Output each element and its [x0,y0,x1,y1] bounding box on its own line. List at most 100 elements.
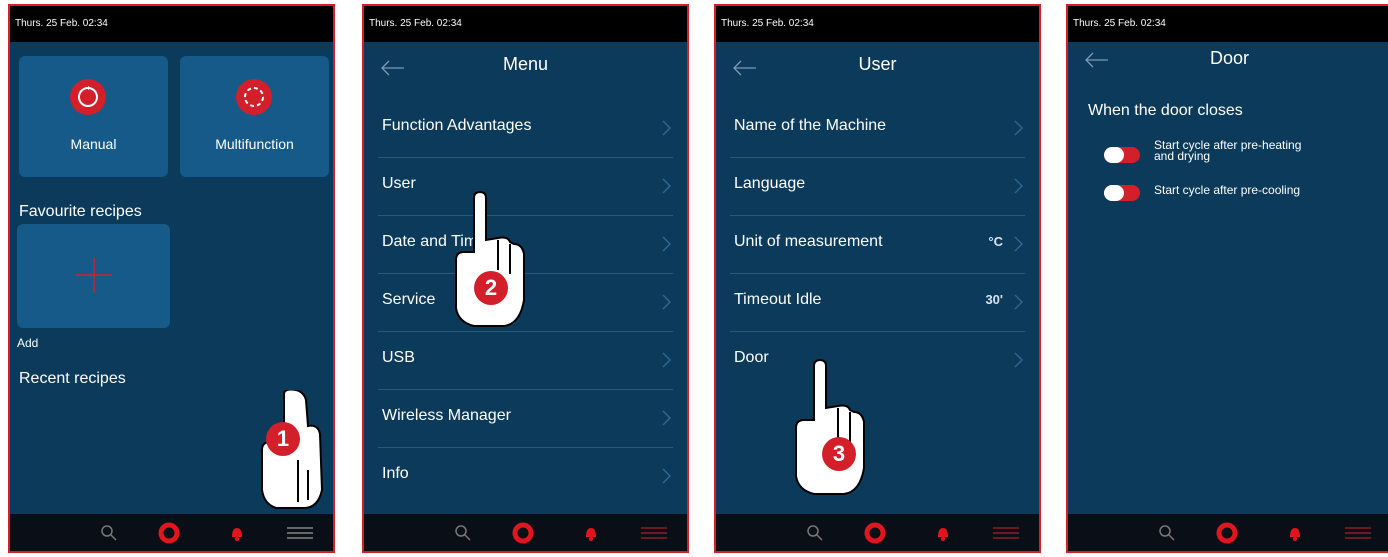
hand-pointer-icon [455,190,525,327]
multifunction-tile[interactable]: Multifunction [180,56,329,177]
home-button[interactable] [1209,514,1245,551]
option-preheat-drying-label: Start cycle after pre-heating and drying [1154,139,1301,163]
user-item-language[interactable]: Language [730,158,1025,216]
option-label-line2: and drying [1154,149,1211,163]
plus-icon [76,257,112,293]
manual-tile[interactable]: Manual [19,56,168,177]
add-recipe-label: Add [17,336,39,350]
menu-item-label: Wireless Manager [382,407,511,424]
search-icon [101,524,117,541]
search-icon [455,524,471,541]
user-item-label: Timeout Idle [734,291,822,308]
page-title: Door [1209,48,1249,68]
option-label-line1: Start cycle after pre-cooling [1154,183,1301,197]
chevron-right-icon [1014,352,1023,368]
chevron-right-icon [662,178,671,194]
favourites-title: Favourite recipes [19,203,142,220]
menu-button[interactable] [1340,514,1376,551]
hamburger-menu-icon [287,526,313,539]
step-badge: 2 [474,271,508,305]
hamburger-menu-icon [1345,526,1371,539]
tap-hand-pointer [788,358,868,503]
user-item-machine-name[interactable]: Name of the Machine [730,100,1025,158]
option-precooling-label: Start cycle after pre-cooling [1154,183,1301,197]
menu-item-label: Service [382,291,436,308]
step-badge: 3 [822,437,856,471]
menu-item-usb[interactable]: USB [378,332,673,390]
page-title: Menu [502,54,549,74]
chevron-right-icon [662,236,671,252]
unit-value: °C [988,234,1003,249]
chevron-right-icon [662,294,671,310]
menu-button[interactable] [988,514,1024,551]
bottom-nav-bar [1068,514,1388,551]
bell-icon [586,527,596,541]
user-item-door[interactable]: Door [730,332,1025,389]
status-bar-time: Thurs. 25 Feb. 02:34 [364,6,687,42]
toggle-preheat-drying[interactable] [1104,147,1140,163]
chevron-right-icon [662,352,671,368]
bell-icon [938,527,948,541]
chevron-right-icon [1014,178,1023,194]
bell-icon [1290,527,1300,541]
home-ring-icon [1216,522,1238,543]
recent-title: Recent recipes [19,370,126,387]
notifications-button[interactable] [1282,514,1308,551]
hand-pointer-icon [795,358,865,495]
user-item-unit[interactable]: Unit of measurement °C [730,216,1025,274]
search-button[interactable] [800,514,830,551]
search-button[interactable] [94,514,124,551]
menu-item-label: User [382,175,416,192]
home-ring-icon [158,522,180,543]
menu-screen: Thurs. 25 Feb. 02:34 Menu Function Advan… [362,4,689,553]
step-badge: 1 [266,422,300,456]
bell-icon [232,527,242,541]
bottom-nav-bar [10,514,333,551]
status-bar-time: Thurs. 25 Feb. 02:34 [10,6,333,42]
user-item-timeout-idle[interactable]: Timeout Idle 30' [730,274,1025,332]
status-bar-time: Thurs. 25 Feb. 02:34 [716,6,1039,42]
home-button[interactable] [505,514,541,551]
bottom-nav-bar [716,514,1039,551]
page-title: User [858,54,897,74]
home-screen: Thurs. 25 Feb. 02:34 Manual Multifunctio… [8,4,335,553]
notifications-button[interactable] [930,514,956,551]
timeout-value: 30' [985,292,1003,307]
user-item-label: Name of the Machine [734,117,887,134]
chevron-right-icon [1014,236,1023,252]
toggle-precooling[interactable] [1104,185,1140,201]
tap-hand-pointer [448,190,528,335]
user-item-label: Unit of measurement [734,233,883,250]
chevron-right-icon [662,468,671,484]
add-recipe-tile[interactable] [17,224,170,328]
menu-button[interactable] [636,514,672,551]
search-button[interactable] [1152,514,1182,551]
menu-item-label: USB [382,349,415,366]
menu-item-wireless-manager[interactable]: Wireless Manager [378,390,673,448]
notifications-button[interactable] [578,514,604,551]
search-icon [1159,524,1175,541]
menu-item-info[interactable]: Info [378,448,673,505]
door-section-title: When the door closes [1088,102,1243,119]
menu-item-function-advantages[interactable]: Function Advantages [378,100,673,158]
manual-cycle-icon [70,79,106,115]
menu-item-label: Function Advantages [382,117,532,134]
user-item-label: Door [734,349,769,366]
bottom-nav-bar [364,514,687,551]
multifunction-tile-label: Multifunction [215,136,294,152]
status-bar-time: Thurs. 25 Feb. 02:34 [1068,6,1388,42]
notifications-button[interactable] [224,514,250,551]
multifunction-cycle-icon [236,79,272,115]
chevron-right-icon [1014,294,1023,310]
home-ring-icon [864,522,886,543]
chevron-right-icon [662,120,671,136]
search-icon [807,524,823,541]
menu-button[interactable] [282,514,318,551]
home-button[interactable] [857,514,893,551]
chevron-right-icon [662,410,671,426]
hamburger-menu-icon [641,526,667,539]
home-button[interactable] [151,514,187,551]
hamburger-menu-icon [993,526,1019,539]
search-button[interactable] [448,514,478,551]
user-item-label: Language [734,175,806,192]
